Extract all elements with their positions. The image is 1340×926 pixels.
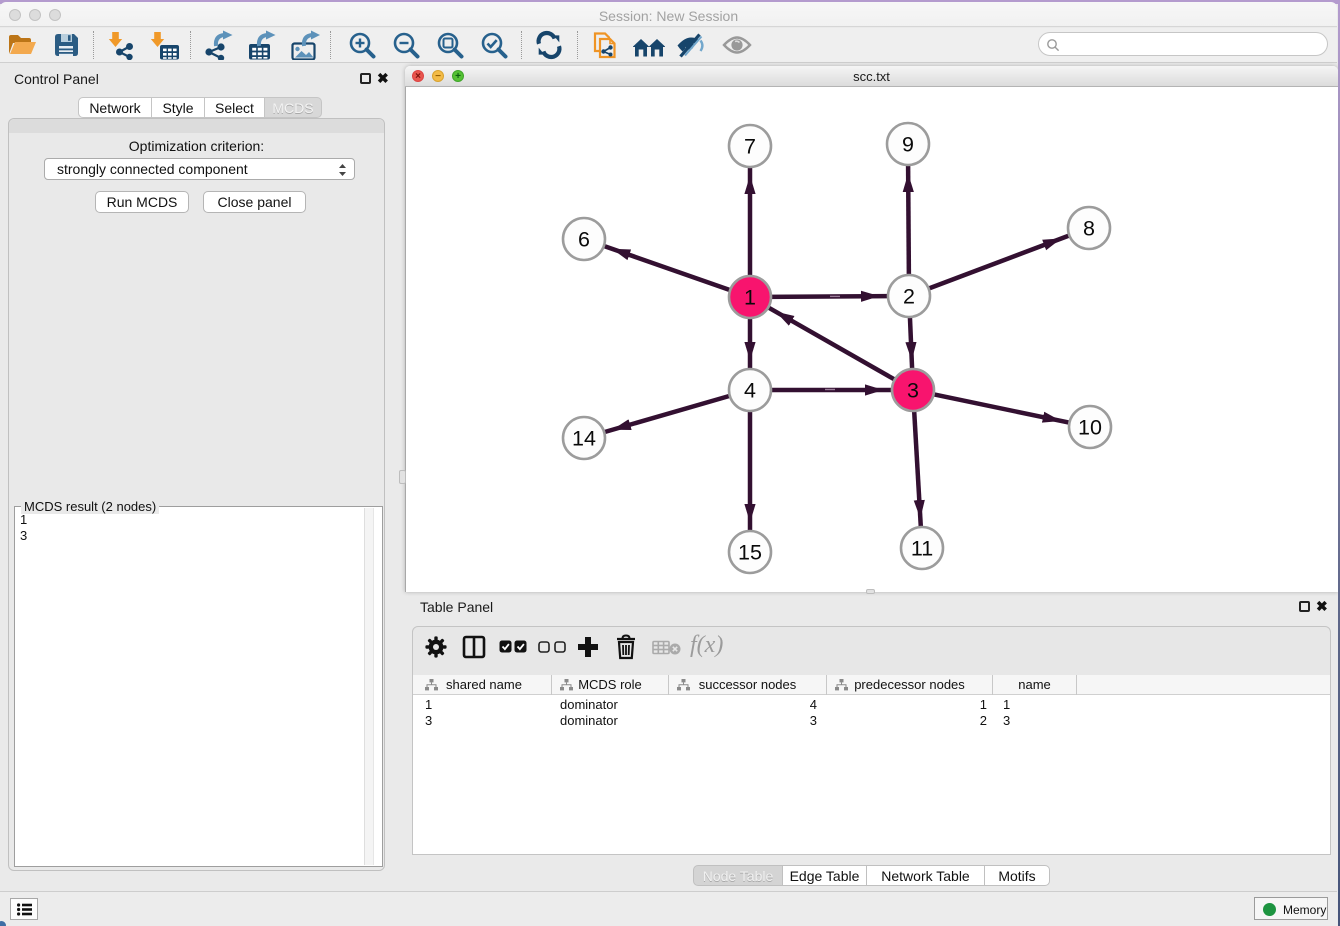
- svg-text:1: 1: [744, 286, 756, 310]
- svg-text:10: 10: [1078, 416, 1102, 440]
- svg-text:2: 2: [903, 285, 915, 309]
- svg-text:14: 14: [572, 427, 596, 451]
- svg-text:6: 6: [578, 228, 590, 252]
- svg-text:4: 4: [744, 379, 756, 403]
- svg-text:9: 9: [902, 133, 914, 157]
- svg-text:15: 15: [738, 541, 762, 565]
- svg-text:7: 7: [744, 135, 756, 159]
- svg-text:3: 3: [907, 379, 919, 403]
- svg-text:8: 8: [1083, 217, 1095, 241]
- svg-text:11: 11: [911, 537, 933, 561]
